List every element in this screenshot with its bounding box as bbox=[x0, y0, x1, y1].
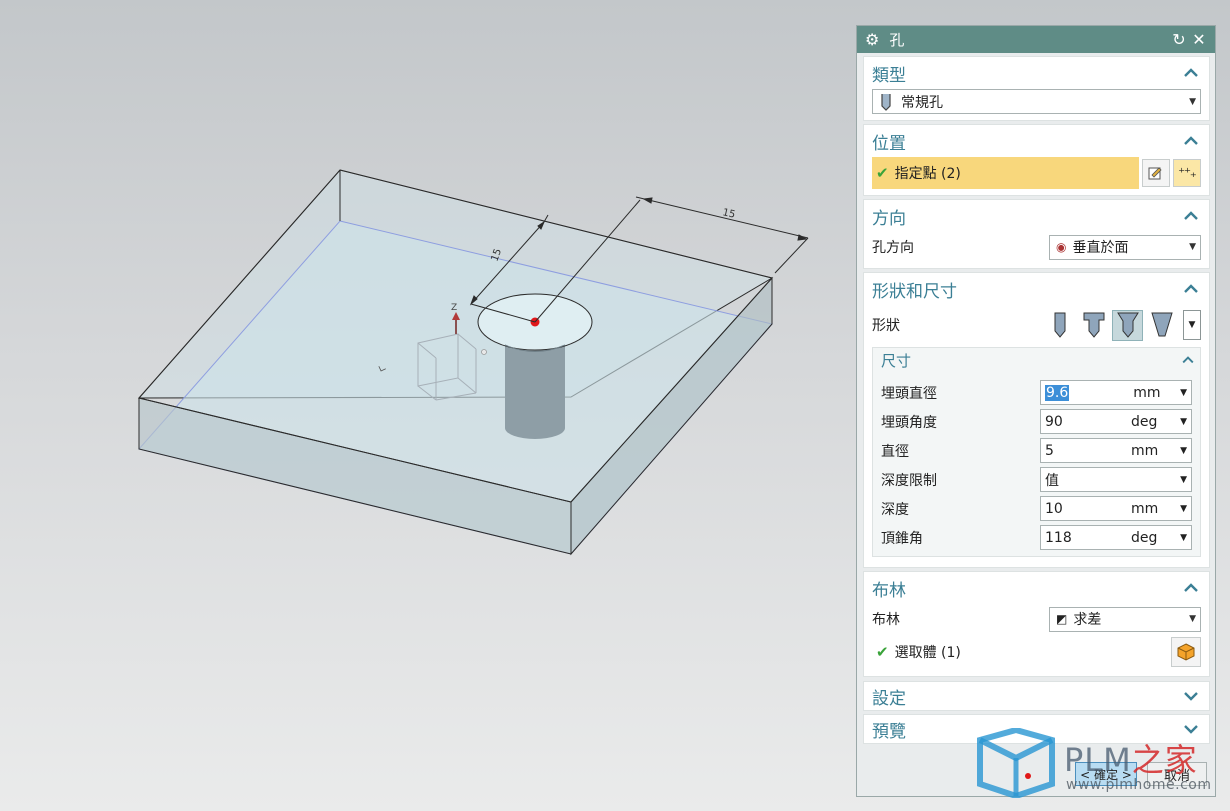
model-view[interactable]: 15 15 Z ∟ bbox=[0, 0, 855, 811]
dropdown-arrow-icon[interactable]: ▼ bbox=[1180, 417, 1187, 427]
dim-row: 埋頭角度 90 deg ▼ bbox=[873, 407, 1200, 436]
section-form-header[interactable]: 形狀和尺寸 bbox=[864, 273, 1209, 305]
section-settings: 設定 bbox=[863, 681, 1210, 711]
chevron-down-icon[interactable] bbox=[1181, 686, 1201, 706]
solid-body-icon bbox=[1177, 643, 1195, 661]
countersink-diameter-field[interactable]: 9.6 mm ▼ bbox=[1040, 380, 1192, 405]
select-body-button[interactable] bbox=[1171, 637, 1201, 667]
svg-text:Z: Z bbox=[451, 303, 457, 313]
subtract-icon: ◩ bbox=[1056, 612, 1068, 626]
dialog-title-bar[interactable]: ⚙ 孔 ↻ ✕ bbox=[857, 26, 1215, 53]
tapered-shape-button[interactable] bbox=[1146, 310, 1177, 341]
counterbore-icon bbox=[1083, 312, 1104, 338]
chevron-up-icon[interactable] bbox=[1181, 206, 1201, 226]
simple-hole-shape-button[interactable] bbox=[1044, 310, 1075, 341]
dimension-2-label: 15 bbox=[721, 207, 736, 221]
countersink-shape-button[interactable] bbox=[1112, 309, 1143, 341]
specify-point-selector[interactable]: ✔ 指定點 (2) bbox=[872, 157, 1139, 189]
watermark-brand: PLM之家 bbox=[1064, 741, 1198, 779]
counterbore-shape-button[interactable] bbox=[1078, 310, 1109, 341]
add-points-icon: ⁺⁺₊ bbox=[1178, 165, 1197, 181]
hole-direction-select[interactable]: ◉ 垂直於面 ▼ bbox=[1049, 234, 1201, 260]
dialog-title: 孔 bbox=[889, 31, 905, 49]
dropdown-arrow-icon[interactable]: ▼ bbox=[1180, 446, 1187, 456]
normal-to-face-icon: ◉ bbox=[1056, 240, 1067, 254]
point-dialog-button[interactable]: ⁺⁺₊ bbox=[1173, 159, 1201, 187]
watermark-url: www.plmhome.com bbox=[1066, 777, 1212, 793]
chevron-up-icon[interactable] bbox=[1181, 279, 1201, 299]
plm-logo bbox=[977, 728, 1055, 798]
hole-direction-label: 孔方向 bbox=[872, 240, 914, 256]
section-type: 類型 常規孔 ▼ bbox=[863, 56, 1210, 121]
countersink-angle-field[interactable]: 90 deg ▼ bbox=[1040, 409, 1192, 434]
section-settings-header[interactable]: 設定 bbox=[864, 682, 1209, 710]
dim-row: 埋頭直徑 9.6 mm ▼ bbox=[873, 378, 1200, 407]
chevron-up-icon[interactable] bbox=[1181, 578, 1201, 598]
boolean-select[interactable]: ◩ 求差 ▼ bbox=[1049, 606, 1201, 632]
dimensions-header[interactable]: 尺寸 bbox=[873, 348, 1200, 372]
hole-type-select[interactable]: 常規孔 ▼ bbox=[872, 89, 1201, 114]
section-boolean-header[interactable]: 布林 bbox=[864, 572, 1209, 604]
chevron-up-icon[interactable] bbox=[1181, 63, 1201, 83]
section-form: 形狀和尺寸 形狀 ▼ 尺寸 埋頭直徑 9.6 mm ▼ 埋頭角度 90 deg … bbox=[863, 272, 1210, 568]
dim-row: 深度限制 值 ▼ bbox=[873, 465, 1200, 494]
dropdown-arrow-icon[interactable]: ▼ bbox=[1180, 533, 1187, 543]
dropdown-arrow-icon[interactable]: ▼ bbox=[1180, 504, 1187, 514]
select-body-selector[interactable]: ✔ 選取體 (1) bbox=[872, 642, 1168, 662]
section-type-header[interactable]: 類型 bbox=[864, 57, 1209, 89]
dropdown-arrow-icon[interactable]: ▼ bbox=[1180, 388, 1187, 398]
tip-angle-field[interactable]: 118 deg ▼ bbox=[1040, 525, 1192, 550]
check-icon: ✔ bbox=[876, 643, 889, 661]
chevron-up-icon[interactable] bbox=[1181, 131, 1201, 151]
section-direction-header[interactable]: 方向 bbox=[864, 200, 1209, 232]
close-icon[interactable]: ✕ bbox=[1189, 30, 1209, 49]
depth-field[interactable]: 10 mm ▼ bbox=[1040, 496, 1192, 521]
hole-dialog: ⚙ 孔 ↻ ✕ 類型 常規孔 ▼ 位置 ✔ 指定點 (2) ⁺⁺₊ 方向 孔方向… bbox=[856, 25, 1216, 797]
simple-hole-icon bbox=[881, 93, 891, 111]
dim-row: 頂錐角 118 deg ▼ bbox=[873, 523, 1200, 552]
check-icon: ✔ bbox=[876, 164, 889, 182]
section-position-header[interactable]: 位置 bbox=[864, 125, 1209, 157]
chevron-up-icon[interactable] bbox=[1180, 352, 1196, 368]
diameter-field[interactable]: 5 mm ▼ bbox=[1040, 438, 1192, 463]
dimensions-subsection: 尺寸 埋頭直徑 9.6 mm ▼ 埋頭角度 90 deg ▼ 直徑 5 mm ▼… bbox=[872, 347, 1201, 557]
simple-hole-icon bbox=[1054, 312, 1065, 338]
reset-icon[interactable]: ↻ bbox=[1169, 30, 1189, 49]
more-shapes-button[interactable]: ▼ bbox=[1183, 310, 1201, 340]
countersink-icon bbox=[1116, 312, 1139, 338]
dim-row: 直徑 5 mm ▼ bbox=[873, 436, 1200, 465]
tapered-icon bbox=[1150, 312, 1173, 337]
dropdown-arrow-icon[interactable]: ▼ bbox=[1180, 475, 1187, 485]
sketch-icon bbox=[1148, 167, 1162, 180]
section-boolean: 布林 布林 ◩ 求差 ▼ ✔ 選取體 (1) bbox=[863, 571, 1210, 677]
boolean-label: 布林 bbox=[872, 612, 900, 628]
dim-row: 深度 10 mm ▼ bbox=[873, 494, 1200, 523]
dropdown-arrow-icon: ▼ bbox=[1189, 614, 1196, 624]
section-position: 位置 ✔ 指定點 (2) ⁺⁺₊ bbox=[863, 124, 1210, 196]
dropdown-arrow-icon: ▼ bbox=[1189, 96, 1196, 107]
depth-limit-select[interactable]: 值 ▼ bbox=[1040, 467, 1192, 492]
sketch-section-button[interactable] bbox=[1142, 159, 1170, 187]
graphics-viewport[interactable]: 15 15 Z ∟ bbox=[0, 0, 855, 811]
gear-icon[interactable]: ⚙ bbox=[865, 30, 879, 49]
dropdown-arrow-icon: ▼ bbox=[1189, 242, 1196, 252]
section-direction: 方向 孔方向 ◉ 垂直於面 ▼ bbox=[863, 199, 1210, 269]
shape-label: 形狀 bbox=[872, 318, 900, 334]
